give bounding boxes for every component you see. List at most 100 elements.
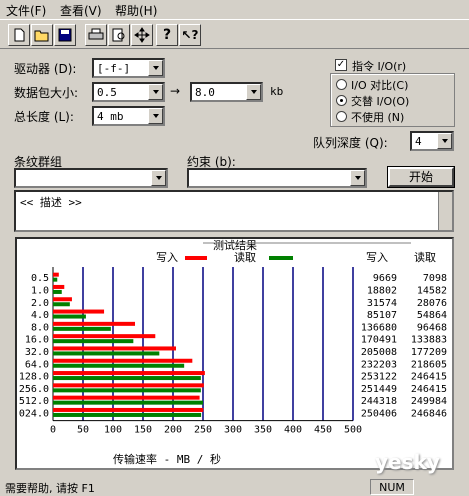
- chevron-down-icon[interactable]: [148, 84, 163, 100]
- menu-help[interactable]: 帮助(H): [115, 2, 157, 19]
- column-header-read: 读取: [414, 250, 436, 264]
- total-length-select[interactable]: 4 mb: [92, 106, 165, 126]
- print-preview-icon[interactable]: [108, 24, 130, 46]
- read-bar: [53, 326, 111, 331]
- legend-read-swatch: [269, 256, 293, 260]
- read-value: 249984: [411, 396, 447, 407]
- radio-none[interactable]: [336, 111, 347, 122]
- read-value: 133883: [411, 335, 447, 346]
- write-bar: [53, 407, 204, 412]
- read-value: 14582: [417, 285, 447, 296]
- status-bar: 需要帮助, 请按 F1 NUM: [0, 477, 469, 496]
- write-value: 251449: [361, 384, 397, 395]
- constraint-select[interactable]: [187, 168, 367, 188]
- x-tick-label: 150: [134, 425, 152, 436]
- packet-unit: kb: [270, 85, 284, 98]
- chevron-down-icon[interactable]: [151, 170, 166, 186]
- write-bar: [53, 395, 200, 400]
- read-value: 218605: [411, 359, 447, 370]
- y-tick-label: 256.0: [19, 384, 49, 395]
- menu-file[interactable]: 文件(F): [6, 2, 46, 19]
- write-bar: [53, 371, 205, 376]
- write-bar: [53, 272, 59, 277]
- write-bar: [53, 383, 204, 388]
- chevron-down-icon[interactable]: [148, 60, 163, 76]
- read-value: 7098: [423, 273, 447, 284]
- read-value: 96468: [417, 322, 447, 333]
- read-bar: [53, 376, 201, 381]
- packet-size-label: 数据包大小:: [14, 86, 79, 100]
- y-tick-label: 0.5: [31, 273, 49, 284]
- direct-io-checkbox[interactable]: ✓: [335, 59, 347, 71]
- read-bar: [53, 363, 185, 368]
- plot-area: 0 50 100 150 200 250 300 350 400 450 500 0.5 9669 709…: [19, 267, 447, 436]
- write-value: 253122: [361, 372, 397, 383]
- radio-alternate-io-label: 交替 I/O(O): [351, 95, 410, 108]
- x-tick-label: 300: [224, 425, 242, 436]
- radio-alternate-io[interactable]: [336, 95, 347, 106]
- write-value: 18802: [367, 285, 397, 296]
- direct-io-label: 指令 I/O(r): [352, 60, 407, 73]
- chevron-down-icon[interactable]: [350, 170, 365, 186]
- write-value: 136680: [361, 322, 397, 333]
- menu-bar: 文件(F) 查看(V) 帮助(H): [0, 0, 469, 18]
- start-button[interactable]: 开始: [387, 166, 455, 188]
- packet-size-max-select[interactable]: 8.0: [190, 82, 263, 102]
- write-bar: [53, 309, 105, 314]
- write-value: 205008: [361, 347, 397, 358]
- read-bar: [53, 412, 202, 417]
- menu-view[interactable]: 查看(V): [60, 2, 102, 19]
- chevron-down-icon[interactable]: [246, 84, 261, 100]
- read-value: 246415: [411, 384, 447, 395]
- drive-label: 驱动器 (D):: [14, 62, 77, 76]
- move-icon[interactable]: [131, 24, 153, 46]
- status-help-text: 需要帮助, 请按 F1: [5, 482, 95, 495]
- y-tick-label: 1.0: [31, 285, 49, 296]
- legend-write-label: 写入: [156, 251, 178, 264]
- radio-none-label: 不使用 (N): [351, 111, 405, 124]
- write-value: 232203: [361, 359, 397, 370]
- read-bar: [53, 289, 62, 294]
- x-axis-label: 传输速率 - MB / 秒: [113, 452, 221, 466]
- description-field[interactable]: << 描述 >>: [14, 190, 454, 232]
- y-tick-label: 4.0: [31, 310, 49, 321]
- y-tick-label: 128.0: [19, 372, 49, 383]
- x-tick-label: 50: [77, 425, 89, 436]
- legend-write-swatch: [185, 256, 207, 260]
- queue-depth-select[interactable]: 4: [410, 131, 454, 151]
- radio-io-compare[interactable]: [336, 79, 347, 90]
- read-value: 28076: [417, 298, 447, 309]
- save-icon[interactable]: [54, 24, 76, 46]
- column-header-write: 写入: [366, 251, 388, 264]
- y-tick-label: 32.0: [25, 347, 49, 358]
- x-tick-label: 100: [104, 425, 122, 436]
- y-tick-label: 512.0: [19, 396, 49, 407]
- help-icon[interactable]: ?: [156, 24, 178, 46]
- stripe-group-select[interactable]: [14, 168, 168, 188]
- open-folder-icon[interactable]: [31, 24, 53, 46]
- y-tick-label: 64.0: [25, 359, 49, 370]
- results-chart: 测试结果 写入 读取 写入 读取 0 50 100 150 200 250 300 350 40…: [19, 239, 447, 466]
- y-tick-label: 16.0: [25, 335, 49, 346]
- total-length-label: 总长度 (L):: [14, 110, 74, 124]
- drive-select[interactable]: [-f-]: [92, 58, 165, 78]
- radio-io-compare-label: I/O 对比(C): [351, 79, 409, 92]
- write-value: 170491: [361, 335, 397, 346]
- print-icon[interactable]: [85, 24, 107, 46]
- packet-size-select[interactable]: 0.5: [92, 82, 165, 102]
- scrollbar[interactable]: [438, 192, 452, 230]
- x-tick-label: 200: [164, 425, 182, 436]
- write-value: 250406: [361, 408, 397, 419]
- read-value: 54864: [417, 310, 447, 321]
- queue-depth-label: 队列深度 (Q):: [313, 136, 388, 150]
- y-tick-label: 024.0: [19, 408, 49, 419]
- new-file-icon[interactable]: [8, 24, 30, 46]
- read-value: 177209: [411, 347, 447, 358]
- read-value: 246846: [411, 408, 447, 419]
- chevron-down-icon[interactable]: [437, 133, 452, 149]
- write-value: 31574: [367, 298, 397, 309]
- write-bar: [53, 334, 156, 339]
- context-help-icon[interactable]: ↖?: [179, 24, 201, 46]
- read-bar: [53, 314, 86, 319]
- chevron-down-icon[interactable]: [148, 108, 163, 124]
